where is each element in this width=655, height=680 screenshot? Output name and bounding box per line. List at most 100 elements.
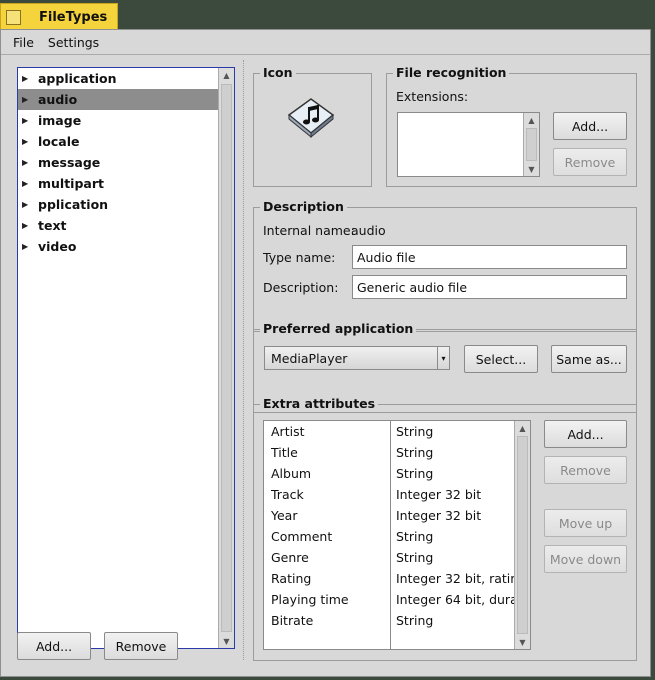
preferred-app-dropdown[interactable]: MediaPlayer ▾ bbox=[264, 346, 450, 370]
expand-arrow-icon[interactable]: ▶ bbox=[22, 95, 38, 104]
attribute-type-cell: Integer 32 bit, rating bbox=[396, 571, 516, 586]
description-label: Description: bbox=[263, 280, 339, 295]
remove-extension-button[interactable]: Remove bbox=[553, 148, 627, 176]
same-as-button[interactable]: Same as... bbox=[551, 345, 627, 373]
filetypes-window: File Settings ▶ application ▶ audio ▶ image ▶ l… bbox=[0, 29, 651, 677]
type-list-item-label: multipart bbox=[38, 176, 104, 191]
type-list-item-label: audio bbox=[38, 92, 78, 107]
expand-arrow-icon[interactable]: ▶ bbox=[22, 221, 38, 230]
scroll-thumb[interactable] bbox=[221, 84, 232, 632]
window-tab[interactable]: FileTypes bbox=[0, 3, 118, 30]
expand-arrow-icon[interactable]: ▶ bbox=[22, 158, 38, 167]
scroll-thumb[interactable] bbox=[517, 436, 528, 634]
remove-attribute-button[interactable]: Remove bbox=[544, 456, 627, 484]
expand-arrow-icon[interactable]: ▶ bbox=[22, 179, 38, 188]
type-list-item-label: image bbox=[38, 113, 82, 128]
attribute-name-cell: Comment bbox=[271, 529, 333, 544]
type-list-item-label: pplication bbox=[38, 197, 109, 212]
attribute-name-cell: Artist bbox=[271, 424, 305, 439]
file-recognition-legend: File recognition bbox=[393, 65, 510, 80]
scroll-up-arrow-icon[interactable]: ▲ bbox=[524, 113, 539, 127]
type-list-item[interactable]: ▶ locale bbox=[18, 131, 218, 152]
expand-arrow-icon[interactable]: ▶ bbox=[22, 242, 38, 251]
window-close-box[interactable] bbox=[6, 9, 21, 25]
pane-divider[interactable] bbox=[243, 60, 244, 660]
menubar: File Settings bbox=[1, 30, 650, 55]
attribute-type-cell: String bbox=[396, 466, 434, 481]
attribute-name-cell: Playing time bbox=[271, 592, 349, 607]
description-field[interactable]: Generic audio file bbox=[352, 275, 627, 299]
attribute-name-cell: Title bbox=[271, 445, 298, 460]
chevron-down-icon: ▾ bbox=[437, 347, 449, 369]
icon-group-legend: Icon bbox=[260, 65, 296, 80]
menu-settings[interactable]: Settings bbox=[41, 35, 106, 50]
type-name-label: Type name: bbox=[263, 250, 336, 265]
menu-file[interactable]: File bbox=[6, 35, 41, 50]
attribute-row[interactable]: Artist String bbox=[264, 421, 516, 442]
extensions-list[interactable]: ▲ ▼ bbox=[397, 112, 540, 177]
add-type-button[interactable]: Add... bbox=[17, 632, 91, 660]
attribute-type-cell: String bbox=[396, 550, 434, 565]
attribute-type-cell: String bbox=[396, 445, 434, 460]
type-list-item-label: locale bbox=[38, 134, 80, 149]
type-list-item-label: message bbox=[38, 155, 101, 170]
type-list-item[interactable]: ▶ audio bbox=[18, 89, 218, 110]
attribute-row[interactable]: Album String bbox=[264, 463, 516, 484]
attribute-row[interactable]: Title String bbox=[264, 442, 516, 463]
expand-arrow-icon[interactable]: ▶ bbox=[22, 116, 38, 125]
attributes-table[interactable]: Artist String Title String Album String Track I… bbox=[263, 420, 531, 650]
type-list-item[interactable]: ▶ text bbox=[18, 215, 218, 236]
scroll-up-arrow-icon[interactable]: ▲ bbox=[515, 421, 530, 435]
add-attribute-button[interactable]: Add... bbox=[544, 420, 627, 448]
scroll-down-arrow-icon[interactable]: ▼ bbox=[524, 162, 539, 176]
type-list-item[interactable]: ▶ video bbox=[18, 236, 218, 257]
remove-type-button[interactable]: Remove bbox=[104, 632, 178, 660]
internal-name-label: Internal name: bbox=[263, 223, 355, 238]
select-app-button[interactable]: Select... bbox=[464, 345, 538, 373]
type-list-item[interactable]: ▶ message bbox=[18, 152, 218, 173]
attribute-row[interactable]: Year Integer 32 bit bbox=[264, 505, 516, 526]
attribute-row[interactable]: Track Integer 32 bit bbox=[264, 484, 516, 505]
preferred-application-legend: Preferred application bbox=[260, 321, 417, 336]
window-title: FileTypes bbox=[39, 9, 108, 25]
attribute-row[interactable]: Rating Integer 32 bit, rating bbox=[264, 568, 516, 589]
attribute-row[interactable]: Bitrate String bbox=[264, 610, 516, 631]
attribute-name-cell: Album bbox=[271, 466, 312, 481]
move-up-button[interactable]: Move up bbox=[544, 509, 627, 537]
type-list-item[interactable]: ▶ application bbox=[18, 68, 218, 89]
type-list-item[interactable]: ▶ image bbox=[18, 110, 218, 131]
attribute-type-cell: String bbox=[396, 529, 434, 544]
audio-file-icon[interactable] bbox=[285, 93, 337, 141]
type-name-field[interactable]: Audio file bbox=[352, 245, 627, 269]
type-list-item-label: video bbox=[38, 239, 77, 254]
attribute-type-cell: String bbox=[396, 424, 434, 439]
add-extension-button[interactable]: Add... bbox=[553, 112, 627, 140]
type-list-item[interactable]: ▶ multipart bbox=[18, 173, 218, 194]
attribute-row[interactable]: Genre String bbox=[264, 547, 516, 568]
scroll-up-arrow-icon[interactable]: ▲ bbox=[219, 68, 234, 82]
type-list[interactable]: ▶ application ▶ audio ▶ image ▶ locale ▶ message ▶… bbox=[17, 67, 235, 649]
expand-arrow-icon[interactable]: ▶ bbox=[22, 74, 38, 83]
type-list-scrollbar[interactable]: ▲ ▼ bbox=[218, 68, 234, 648]
attribute-name-cell: Rating bbox=[271, 571, 312, 586]
expand-arrow-icon[interactable]: ▶ bbox=[22, 137, 38, 146]
expand-arrow-icon[interactable]: ▶ bbox=[22, 200, 38, 209]
preferred-app-value: MediaPlayer bbox=[271, 350, 348, 366]
attributes-scrollbar[interactable]: ▲ ▼ bbox=[514, 421, 530, 649]
attribute-row[interactable]: Comment String bbox=[264, 526, 516, 547]
attribute-type-cell: String bbox=[396, 613, 434, 628]
move-down-button[interactable]: Move down bbox=[544, 545, 627, 573]
extensions-scrollbar[interactable]: ▲ ▼ bbox=[523, 113, 539, 176]
attribute-name-cell: Genre bbox=[271, 550, 309, 565]
type-list-items: ▶ application ▶ audio ▶ image ▶ locale ▶ message ▶… bbox=[18, 68, 218, 648]
extensions-label: Extensions: bbox=[396, 89, 469, 104]
type-list-item[interactable]: ▶ pplication bbox=[18, 194, 218, 215]
extra-attributes-legend: Extra attributes bbox=[260, 396, 379, 411]
attribute-type-cell: Integer 32 bit bbox=[396, 487, 482, 502]
attribute-type-cell: Integer 64 bit, duratio bbox=[396, 592, 516, 607]
internal-name-value: audio bbox=[351, 223, 386, 238]
attribute-row[interactable]: Playing time Integer 64 bit, duratio bbox=[264, 589, 516, 610]
scroll-down-arrow-icon[interactable]: ▼ bbox=[515, 635, 530, 649]
scroll-down-arrow-icon[interactable]: ▼ bbox=[219, 634, 234, 648]
scroll-thumb[interactable] bbox=[526, 128, 537, 161]
